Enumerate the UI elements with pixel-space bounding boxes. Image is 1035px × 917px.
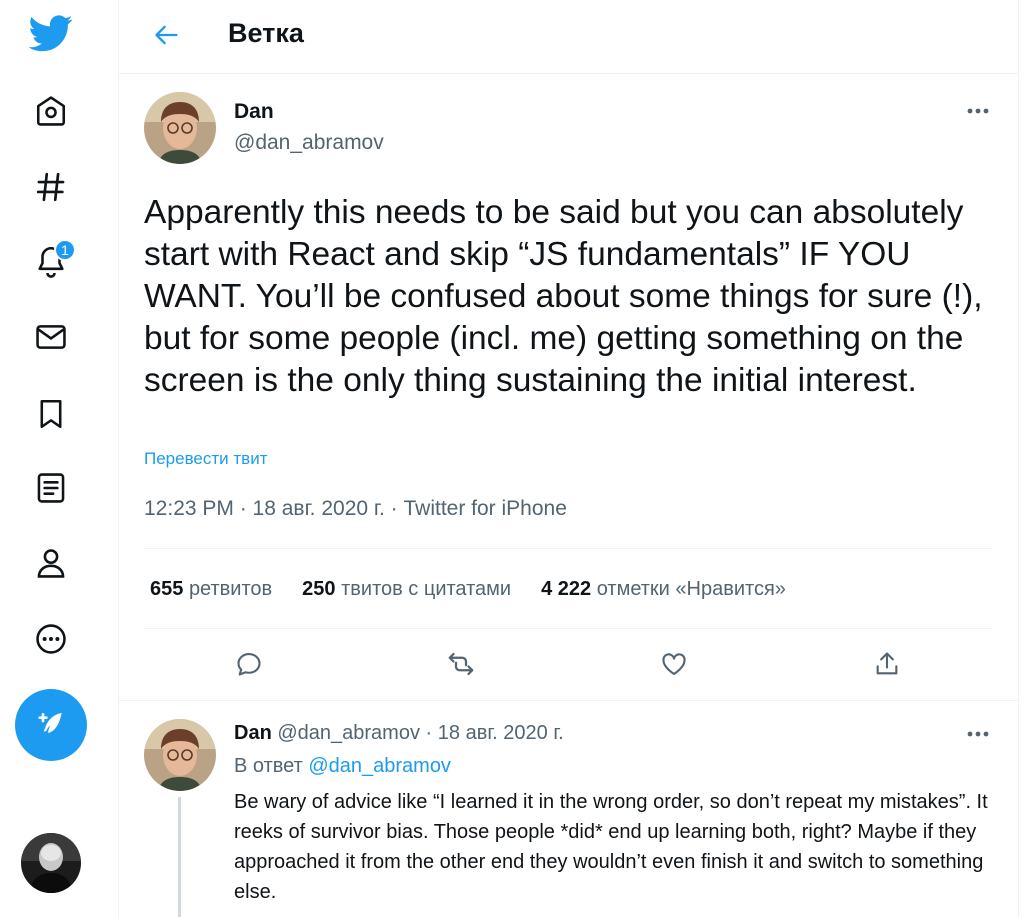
- likes-stat[interactable]: 4 222 отметки «Нравится»: [541, 578, 786, 601]
- hashtag-icon[interactable]: [20, 162, 82, 212]
- reply-to-line: В ответ @dan_abramov: [234, 755, 451, 778]
- reply-text: Be wary of advice like “I learned it in …: [234, 791, 988, 903]
- reply-author-handle[interactable]: @dan_abramov: [277, 722, 420, 744]
- home-icon[interactable]: [20, 86, 82, 136]
- list-icon[interactable]: [20, 463, 82, 513]
- likes-count: 4 222: [541, 578, 592, 600]
- reply-header: Dan @dan_abramov · 18 авг. 2020 г.: [234, 722, 564, 745]
- reply-author-avatar[interactable]: [144, 719, 216, 791]
- tweet-meta[interactable]: 12:23 PM · 18 авг. 2020 г. · Twitter for…: [144, 497, 567, 521]
- retweets-count: 655: [150, 578, 184, 600]
- share-button[interactable]: [869, 646, 905, 682]
- page-title: Ветка: [228, 18, 304, 48]
- main-column: Ветка Dan @dan_abramov Apparently this n…: [118, 0, 1019, 917]
- reply-author-name[interactable]: Dan: [234, 722, 272, 744]
- reply-to-label: В ответ: [234, 755, 303, 777]
- compose-feather-icon: [38, 713, 62, 733]
- translate-tweet-link[interactable]: Перевести твит: [144, 449, 267, 469]
- author-avatar[interactable]: [144, 92, 216, 164]
- twitter-logo-icon[interactable]: [20, 8, 82, 58]
- more-horizontal-icon: [967, 108, 989, 114]
- reply-button[interactable]: [231, 646, 267, 682]
- retweets-stat[interactable]: 655 ретвитов: [150, 578, 272, 601]
- author-name[interactable]: Dan: [234, 100, 274, 124]
- reply-separator: ·: [425, 722, 433, 744]
- author-handle[interactable]: @dan_abramov: [234, 131, 384, 155]
- retweets-label: ретвитов: [188, 578, 273, 600]
- heart-icon: [662, 653, 686, 675]
- likes-label: отметки «Нравится»: [596, 578, 786, 600]
- person-icon[interactable]: [20, 538, 82, 588]
- page-header: Ветка: [119, 0, 1018, 74]
- reply-icon: [237, 653, 261, 676]
- sidebar: 1: [0, 0, 118, 917]
- envelope-icon[interactable]: [20, 312, 82, 362]
- account-avatar[interactable]: [21, 833, 81, 893]
- notification-badge: 1: [54, 239, 76, 261]
- share-icon: [876, 652, 898, 675]
- bookmark-icon[interactable]: [20, 389, 82, 439]
- retweet-icon: [448, 652, 474, 676]
- like-button[interactable]: [656, 646, 692, 682]
- tweet-more-button[interactable]: [963, 99, 993, 123]
- compose-tweet-button[interactable]: [15, 689, 87, 761]
- divider: [144, 628, 992, 629]
- arrow-left-icon: [155, 25, 178, 45]
- retweet-button[interactable]: [443, 646, 479, 682]
- quotes-label: твитов с цитатами: [341, 578, 512, 600]
- divider: [119, 700, 1018, 701]
- more-horizontal-icon: [967, 731, 989, 737]
- reply-date[interactable]: 18 авг. 2020 г.: [438, 722, 564, 744]
- back-button[interactable]: [147, 18, 187, 52]
- thread-line: [178, 797, 181, 917]
- reply-more-button[interactable]: [963, 722, 993, 746]
- divider: [144, 548, 992, 549]
- reply-to-mention[interactable]: @dan_abramov: [308, 755, 451, 777]
- quotes-count: 250: [302, 578, 336, 600]
- tweet-stats: 655 ретвитов 250 твитов с цитатами 4 222…: [150, 578, 816, 601]
- more-circle-icon[interactable]: [20, 614, 82, 664]
- quotes-stat[interactable]: 250 твитов с цитатами: [302, 578, 511, 601]
- bell-icon[interactable]: 1: [20, 236, 82, 286]
- tweet-text: Apparently this needs to be said but you…: [144, 194, 983, 399]
